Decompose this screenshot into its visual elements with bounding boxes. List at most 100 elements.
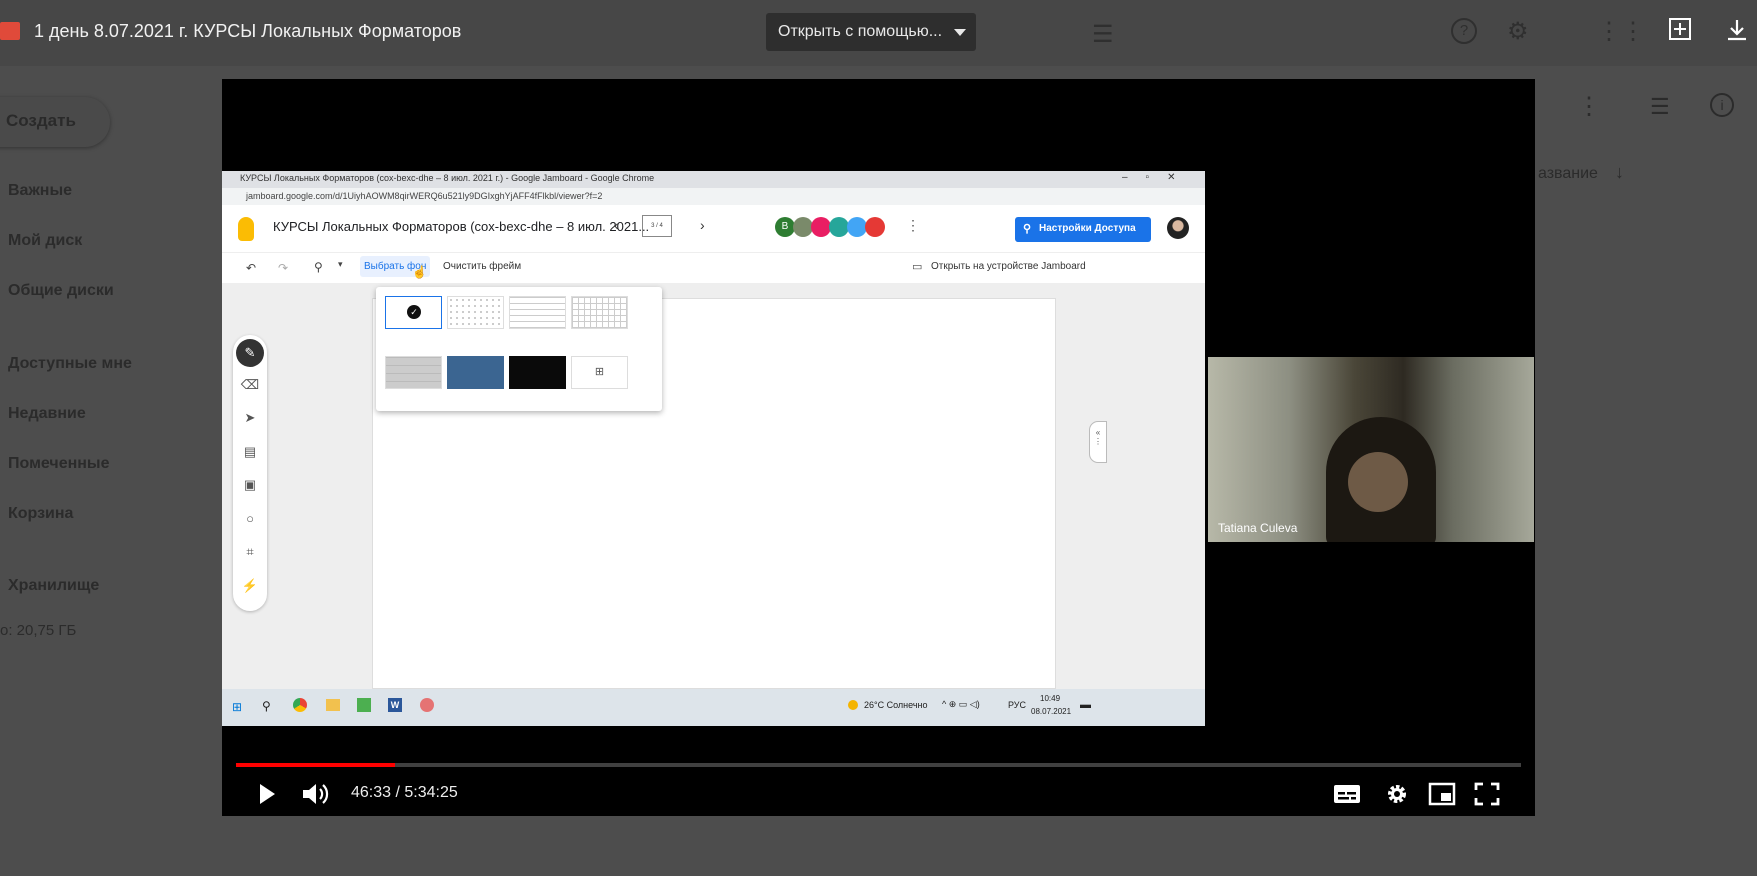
sidebar-item-starred[interactable]: Помеченные [8,455,109,473]
player-controls: 46:33 / 5:34:25 [222,773,1535,816]
person-icon: ⚲ [1023,223,1032,235]
paint-icon [420,698,434,712]
progress-played [236,763,396,767]
search-icon: ⚲ [262,699,271,713]
avatar: В [775,217,795,237]
windows-start-icon: ⊞ [232,700,243,714]
language-indicator: РУС [1008,700,1027,710]
browser-titlebar: КУРСЫ Локальных Форматоров (cox-bexc-dhe… [222,171,1205,188]
word-icon: W [388,698,402,712]
play-icon[interactable] [249,779,283,809]
help-icon: ? [1451,18,1477,44]
tool-rail: ✎ ⌫ ➤ ▤ ▣ ○ ⌗ ⚡ [233,335,267,611]
progress-bar[interactable] [236,763,1521,767]
background-picker-popup: ✓ ⊞ [376,287,662,411]
avatar [811,217,831,237]
chevron-down-icon [954,29,966,36]
miniplayer-icon[interactable] [1425,779,1459,809]
settings-icon: ⚙ [1507,18,1529,45]
url-text: jamboard.google.com/d/1UiyhAOWM8qirWERQ6… [246,191,603,201]
window-controls-icon: –▫✕ [1122,172,1194,183]
browser-title: КУРСЫ Локальных Форматоров (cox-bexc-dhe… [240,173,655,183]
pen-icon: ✎ [236,339,264,367]
avatar [847,217,867,237]
participant-name: Tatiana Culeva [1218,521,1298,535]
open-on-device-button: Открыть на устройстве Jamboard [931,261,1086,272]
settings-icon[interactable] [1380,779,1414,809]
open-with-dropdown[interactable]: Открыть с помощью... [766,13,976,51]
add-image-icon: ⊞ [571,356,628,389]
open-with-label: Открыть с помощью... [778,23,943,40]
sidebar-item-trash[interactable]: Корзина [8,505,73,523]
time-display: 46:33 / 5:34:25 [351,784,458,801]
swatch-gray [385,356,442,389]
jamboard-logo-icon [238,217,254,241]
zoom-icon: ⚲ [314,260,323,274]
video-player[interactable]: КУРСЫ Локальных Форматоров (cox-bexc-dhe… [222,79,1535,816]
image-icon: ▣ [243,477,257,492]
user-avatar [1167,217,1189,239]
chrome-icon [293,698,307,712]
laser-icon: ⚡ [241,578,259,593]
avatar [793,217,813,237]
jam-title: КУРСЫ Локальных Форматоров (cox-bexc-dhe… [273,219,650,234]
undo-icon: ↶ [246,261,257,275]
jamboard-toolbar: ↶ ↷ ⚲ ▾ Выбрать фон ☝ Очистить фрейм ▭ О… [222,253,1205,283]
text-box-icon: ⌗ [246,544,254,559]
share-settings-button: ⚲ Настройки Доступа [1015,217,1151,242]
download-icon[interactable] [1723,16,1751,44]
share-label: Настройки Доступа [1039,223,1136,234]
fullscreen-icon[interactable] [1470,779,1504,809]
create-button[interactable]: Создать [0,97,110,147]
add-to-drive-icon[interactable] [1667,16,1695,44]
filter-icon: ☰ [1092,21,1114,48]
sticky-note-icon: ▤ [243,444,257,459]
sidebar-item-recent[interactable]: Недавние [8,405,86,423]
select-arrow-icon: ➤ [244,410,256,425]
address-bar: jamboard.google.com/d/1UiyhAOWM8qirWERQ6… [222,188,1205,205]
next-frame-icon: › [700,217,705,233]
swatch-blue [447,356,504,389]
info-icon: i [1710,93,1734,117]
check-icon: ✓ [407,305,421,319]
viewer-topbar: 1 день 8.07.2021 г. КУРСЫ Локальных Форм… [0,0,1757,66]
redo-icon: ↷ [278,261,289,275]
windows-taskbar: ⊞ ⚲ W 26°C Солнечно ^ ⊕ ▭ ◁) РУС 10:49 0… [222,689,1205,726]
sun-icon [848,700,858,710]
list-view-icon: ☰ [1650,94,1670,119]
prev-frame-icon: ‹ [614,217,619,233]
avatar [829,217,849,237]
device-icon: ▭ [912,261,923,273]
participant-video: Tatiana Culeva [1208,357,1534,542]
swatch-dots [447,296,504,329]
avatar [865,217,885,237]
taskbar-clock: 10:49 [1040,694,1061,703]
circle-icon: ○ [246,511,254,526]
collapse-panel-icon: «⋮ [1089,421,1107,463]
weather-text: 26°C Солнечно [864,700,928,710]
sidebar-item-shared-with-me[interactable]: Доступные мне [8,355,132,373]
swatch-blank-selected: ✓ [385,296,442,329]
sidebar-item-shared-drives[interactable]: Общие диски [8,282,114,300]
storage-usage: о: 20,75 ГБ [0,622,77,639]
swatch-grid [571,296,628,329]
chevron-down-icon: ▾ [338,259,343,269]
folder-icon [326,699,340,711]
volume-icon[interactable] [298,779,332,809]
tray-icons: ^ ⊕ ▭ ◁) [942,699,980,709]
more-vert-icon: ⋮ [906,217,920,233]
sidebar-item-storage[interactable]: Хранилище [8,577,99,595]
arrow-down-icon: ↓ [1615,162,1624,182]
taskbar-date: 08.07.2021 [1031,707,1072,716]
sidebar-item-my-drive[interactable]: Мой диск [8,232,82,250]
sidebar-item-important[interactable]: Важные [8,182,72,200]
clear-frame-button: Очистить фрейм [443,261,522,272]
notifications-icon: ▬ [1080,699,1091,711]
frame-counter: 3 / 4 [642,215,672,237]
eraser-icon: ⌫ [240,377,260,392]
participant-face [1348,452,1408,512]
swatch-black [509,356,566,389]
apps-grid-icon: ⋮⋮ [1597,18,1645,45]
sort-name-label[interactable]: азвание [1538,165,1598,183]
subtitles-icon[interactable] [1330,779,1364,809]
